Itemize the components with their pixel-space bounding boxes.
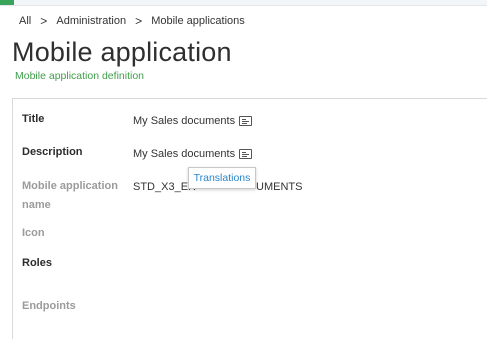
translation-icon[interactable] [239, 116, 253, 126]
breadcrumb-item-mobile-applications[interactable]: Mobile applications [151, 15, 245, 27]
translations-tooltip[interactable]: Translations [188, 167, 256, 189]
app-name-label-line1: Mobile application [22, 180, 118, 192]
breadcrumb-item-all[interactable]: All [19, 15, 31, 27]
endpoints-label: Endpoints [22, 300, 76, 312]
roles-label: Roles [22, 257, 52, 269]
app-name-label-line2: name [22, 199, 51, 211]
app-name-label: Mobile application [22, 177, 118, 195]
description-value-text: My Sales documents [133, 148, 236, 160]
page-title: Mobile application [12, 37, 232, 67]
title-value-text: My Sales documents [133, 115, 236, 127]
description-value: My Sales documents [133, 147, 253, 161]
breadcrumb: All > Administration > Mobile applicatio… [19, 14, 245, 28]
top-bar [0, 0, 487, 6]
title-value: My Sales documents [133, 114, 253, 128]
breadcrumb-item-administration[interactable]: Administration [56, 15, 126, 27]
breadcrumb-separator: > [40, 14, 48, 28]
title-label: Title [22, 113, 45, 125]
translation-icon[interactable] [239, 149, 253, 159]
description-label: Description [22, 146, 83, 158]
app-name-label-2: name [22, 196, 51, 214]
breadcrumb-separator: > [135, 14, 143, 28]
top-bar-accent [0, 0, 14, 5]
page-subtitle: Mobile application definition [15, 70, 144, 82]
app-name-value-left: STD_X3_ER [133, 181, 196, 193]
app-name-value-right: UMENTS [256, 181, 303, 193]
icon-label: Icon [22, 227, 45, 239]
details-panel [12, 98, 487, 339]
